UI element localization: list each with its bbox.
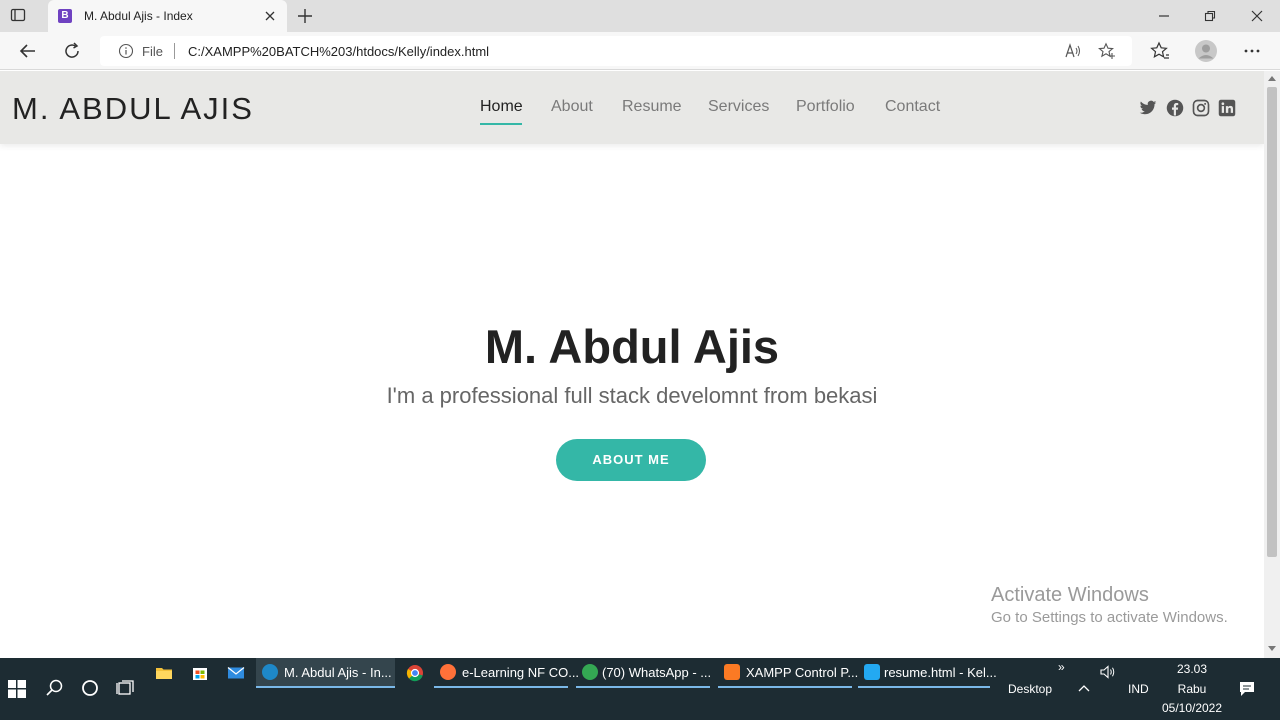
nav-resume[interactable]: Resume <box>622 98 682 116</box>
chrome-icon[interactable] <box>406 664 426 684</box>
desktop-toolbar-label[interactable]: Desktop <box>1008 682 1052 696</box>
browser-tab-strip: B M. Abdul Ajis - Index <box>0 0 1280 32</box>
nav-active-underline <box>480 123 522 125</box>
taskbar-open-indicator <box>718 686 852 688</box>
minimize-icon[interactable] <box>1156 8 1172 24</box>
taskbar-open-indicator <box>576 686 710 688</box>
new-tab-icon[interactable] <box>296 7 314 25</box>
page-scrollbar[interactable] <box>1264 71 1280 658</box>
profile-avatar-icon[interactable] <box>1195 40 1217 62</box>
activate-windows-hint: Go to Settings to activate Windows. <box>991 609 1228 626</box>
taskbar-active-indicator <box>256 686 395 688</box>
browser-tab-active[interactable]: B M. Abdul Ajis - Index <box>48 0 287 32</box>
language-indicator[interactable]: IND <box>1128 682 1149 696</box>
scroll-up-icon[interactable] <box>1268 75 1276 81</box>
nav-portfolio[interactable]: Portfolio <box>796 98 855 116</box>
activate-windows-title: Activate Windows <box>991 584 1149 606</box>
taskbar-item-edge[interactable]: M. Abdul Ajis - In... <box>256 658 395 688</box>
nav-about[interactable]: About <box>551 98 593 116</box>
taskbar-item-label: M. Abdul Ajis - In... <box>284 665 392 680</box>
nav-home[interactable]: Home <box>480 98 523 116</box>
site-logo[interactable]: M. ABDUL AJIS <box>12 91 254 127</box>
taskbar-item-firefox[interactable]: e-Learning NF CO... <box>434 658 579 688</box>
taskbar-item-label: XAMPP Control P... <box>746 665 859 680</box>
taskbar-open-indicator <box>858 686 990 688</box>
address-separator <box>174 43 175 59</box>
taskbar-item-vscode[interactable]: resume.html - Kel... <box>858 658 997 688</box>
close-window-icon[interactable] <box>1249 8 1265 24</box>
nav-services[interactable]: Services <box>708 98 769 116</box>
browser-toolbar: File C:/XAMPP%20BATCH%203/htdocs/Kelly/i… <box>0 32 1280 70</box>
tab-actions-icon[interactable] <box>10 7 38 25</box>
start-icon[interactable] <box>8 680 28 700</box>
twitter-icon[interactable] <box>1139 99 1157 117</box>
clock-day[interactable]: Rabu <box>1170 682 1214 696</box>
toolbar-overflow-icon[interactable]: » <box>1058 660 1065 674</box>
info-icon[interactable] <box>118 43 134 59</box>
windows-taskbar: M. Abdul Ajis - In... e-Learning NF CO..… <box>0 658 1280 720</box>
cortana-icon[interactable] <box>80 678 100 698</box>
firefox-icon <box>440 664 456 680</box>
store-icon[interactable] <box>191 664 211 684</box>
nav-contact[interactable]: Contact <box>885 98 940 116</box>
url-text[interactable]: C:/XAMPP%20BATCH%203/htdocs/Kelly/index.… <box>188 44 489 59</box>
file-explorer-icon[interactable] <box>155 664 175 684</box>
add-favorite-icon[interactable] <box>1098 42 1116 65</box>
scroll-down-icon[interactable] <box>1268 646 1276 652</box>
xampp-icon <box>724 664 740 680</box>
facebook-icon[interactable] <box>1166 99 1184 117</box>
clock-time[interactable]: 23.03 <box>1170 662 1214 676</box>
site-header: M. ABDUL AJIS Home About Resume Services… <box>0 71 1264 144</box>
favorites-icon[interactable] <box>1150 41 1170 61</box>
taskbar-item-label: e-Learning NF CO... <box>462 665 580 680</box>
vscode-icon <box>864 664 880 680</box>
refresh-icon[interactable] <box>62 41 82 61</box>
notifications-icon[interactable] <box>1238 680 1256 703</box>
edge-icon <box>262 664 278 680</box>
restore-icon[interactable] <box>1202 8 1218 24</box>
clock-date[interactable]: 05/10/2022 <box>1158 701 1226 715</box>
more-options-icon[interactable] <box>1242 41 1262 61</box>
back-icon[interactable] <box>18 41 38 61</box>
chrome-icon <box>582 664 598 680</box>
close-tab-icon[interactable] <box>262 8 278 24</box>
instagram-icon[interactable] <box>1192 99 1210 117</box>
taskbar-open-indicator <box>434 686 568 688</box>
mail-icon[interactable] <box>227 664 247 684</box>
tab-title: M. Abdul Ajis - Index <box>84 9 193 23</box>
scrollbar-thumb[interactable] <box>1267 87 1277 557</box>
scheme-label: File <box>142 44 163 59</box>
page-viewport: M. ABDUL AJIS Home About Resume Services… <box>0 71 1264 658</box>
task-view-icon[interactable] <box>116 678 136 698</box>
taskbar-item-xampp[interactable]: XAMPP Control P... <box>718 658 858 688</box>
hero-title: M. Abdul Ajis <box>484 320 780 373</box>
about-me-button[interactable]: ABOUT ME <box>556 439 706 481</box>
volume-icon[interactable] <box>1099 664 1117 685</box>
taskbar-item-label: (70) WhatsApp - ... <box>602 665 712 680</box>
taskbar-item-whatsapp[interactable]: (70) WhatsApp - ... <box>576 658 712 688</box>
taskbar-item-label: resume.html - Kel... <box>884 665 997 680</box>
linkedin-icon[interactable] <box>1218 99 1236 117</box>
search-icon[interactable] <box>45 678 65 698</box>
hero-subtitle: I'm a professional full stack develomnt … <box>386 383 878 408</box>
address-bar[interactable]: File C:/XAMPP%20BATCH%203/htdocs/Kelly/i… <box>100 36 1132 66</box>
bootstrap-favicon-icon: B <box>58 9 72 23</box>
show-hidden-icons-icon[interactable] <box>1077 682 1091 701</box>
read-aloud-icon[interactable] <box>1064 42 1082 65</box>
